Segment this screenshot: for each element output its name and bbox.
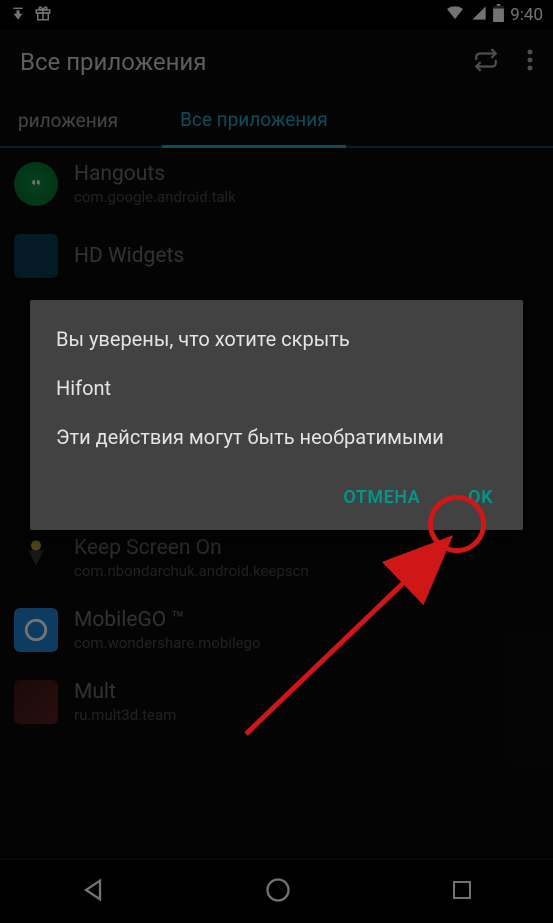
cancel-button[interactable]: ОТМЕНА [339,479,424,516]
dialog-line-1: Вы уверены, что хотите скрыть [56,326,497,353]
ok-button[interactable]: OK [464,479,497,516]
dialog-line-2: Hifont [56,375,497,402]
confirm-dialog: Вы уверены, что хотите скрыть Hifont Эти… [30,300,523,530]
dialog-line-3: Эти действия могут быть необратимыми [56,424,497,451]
